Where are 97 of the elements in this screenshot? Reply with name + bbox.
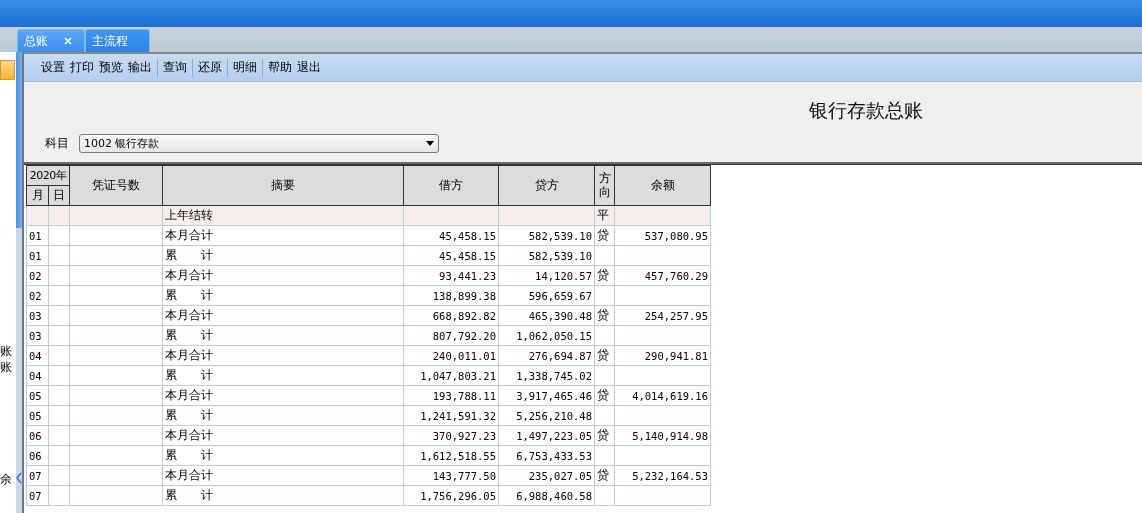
table-cell: 138,899.38 (403, 285, 499, 306)
table-cell: 3,917,465.46 (498, 385, 595, 406)
column-header: 方向 (598, 172, 611, 199)
toolbar-button[interactable]: 明细 (233, 59, 257, 76)
sidebar-item[interactable]: 账 (0, 360, 12, 374)
table-cell: 本月合计 (162, 225, 404, 246)
table-cell: 668,892.82 (403, 305, 499, 326)
sidebar-item[interactable]: 账 (0, 344, 12, 358)
sidebar-item[interactable]: 余 (0, 472, 12, 486)
table-cell: 6,988,460.58 (498, 485, 595, 506)
table-cell: 193,788.11 (403, 385, 499, 406)
table-cell: 1,062,050.15 (498, 325, 595, 346)
table-cell: 457,760.29 (614, 265, 711, 286)
table-cell: 累 计 (162, 365, 404, 386)
table-cell: 582,539.10 (498, 225, 595, 246)
table-cell: 240,011.01 (403, 345, 499, 366)
table-cell: 06 (26, 445, 49, 466)
table-cell: 45,458.15 (403, 245, 499, 266)
table-cell: 254,257.95 (614, 305, 711, 326)
table-cell: 465,390.48 (498, 305, 595, 326)
table-cell: 807,792.20 (403, 325, 499, 346)
table-cell: 14,120.57 (498, 265, 595, 286)
table-cell: 290,941.81 (614, 345, 711, 366)
table-cell: 03 (26, 305, 49, 326)
table-cell: 04 (26, 365, 49, 386)
field-label: 科目 (45, 135, 69, 152)
table-cell: 贷 (594, 345, 615, 366)
table-cell: 1,047,803.21 (403, 365, 499, 386)
table-cell: 03 (26, 325, 49, 346)
table-cell: 235,027.05 (498, 465, 595, 486)
column-header: 贷方 (498, 165, 595, 206)
table-cell: 276,694.87 (498, 345, 595, 366)
column-header: 借方 (403, 165, 499, 206)
table-cell: 5,256,210.48 (498, 405, 595, 426)
table-cell: 07 (26, 465, 49, 486)
table-cell: 537,080.95 (614, 225, 711, 246)
table-cell: 贷 (594, 265, 615, 286)
column-header: 月 (26, 185, 49, 206)
table-cell: 本月合计 (162, 425, 404, 446)
table-cell: 02 (26, 285, 49, 306)
toolbar-button[interactable]: 帮助 (268, 59, 292, 76)
report-title: 银行存款总账 (809, 98, 923, 123)
table-cell: 596,659.67 (498, 285, 595, 306)
table-cell: 本月合计 (162, 265, 404, 286)
close-icon[interactable] (64, 37, 72, 45)
table-cell: 4,014,619.16 (614, 385, 711, 406)
toolbar-button[interactable]: 设置 (41, 59, 65, 76)
table-cell: 93,441.23 (403, 265, 499, 286)
column-header: 2020年 (26, 165, 70, 186)
toolbar-button[interactable]: 查询 (163, 59, 187, 76)
toolbar-button[interactable]: 预览 (99, 59, 123, 76)
table-cell: 5,140,914.98 (614, 425, 711, 446)
toolbar-button[interactable]: 输出 (128, 59, 152, 76)
table-cell: 本月合计 (162, 385, 404, 406)
table-cell: 累 计 (162, 285, 404, 306)
table-cell: 370,927.23 (403, 425, 499, 446)
table-cell: 1,612,518.55 (403, 445, 499, 466)
table-cell: 45,458.15 (403, 225, 499, 246)
table-cell: 累 计 (162, 485, 404, 506)
table-cell: 5,232,164.53 (614, 465, 711, 486)
toolbar-button[interactable]: 还原 (198, 59, 222, 76)
table-cell: 04 (26, 345, 49, 366)
table-cell: 582,539.10 (498, 245, 595, 266)
subject-dropdown[interactable]: 1002 银行存款 (79, 134, 439, 153)
table-cell: 本月合计 (162, 345, 404, 366)
table-cell: 01 (26, 245, 49, 266)
toolbar-button[interactable]: 打印 (70, 59, 94, 76)
table-cell: 1,756,296.05 (403, 485, 499, 506)
table-cell: 05 (26, 405, 49, 426)
table-cell: 累 计 (162, 325, 404, 346)
table-cell: 01 (26, 225, 49, 246)
caret-icon (426, 141, 434, 146)
collapse-icon[interactable] (16, 472, 22, 484)
sidebar-tab[interactable] (0, 60, 15, 80)
table-cell: 累 计 (162, 445, 404, 466)
table-cell: 05 (26, 385, 49, 406)
column-header: 余额 (614, 165, 711, 206)
table-cell: 贷 (594, 425, 615, 446)
table-cell: 贷 (594, 305, 615, 326)
table-cell: 02 (26, 265, 49, 286)
table-cell: 143,777.50 (403, 465, 499, 486)
table-cell: 累 计 (162, 245, 404, 266)
table-cell: 贷 (594, 225, 615, 246)
table-cell: 累 计 (162, 405, 404, 426)
table-cell: 1,338,745.02 (498, 365, 595, 386)
table-cell: 6,753,433.53 (498, 445, 595, 466)
table-cell: 06 (26, 425, 49, 446)
table-cell: 本月合计 (162, 305, 404, 326)
toolbar-button[interactable]: 退出 (297, 59, 321, 76)
table-cell: 贷 (594, 385, 615, 406)
table-cell: 本月合计 (162, 465, 404, 486)
table-cell: 贷 (594, 465, 615, 486)
column-header: 摘要 (162, 165, 404, 206)
table-cell: 1,241,591.32 (403, 405, 499, 426)
table-cell: 07 (26, 485, 49, 506)
column-header: 凭证号数 (69, 165, 163, 206)
table-cell: 1,497,223.05 (498, 425, 595, 446)
